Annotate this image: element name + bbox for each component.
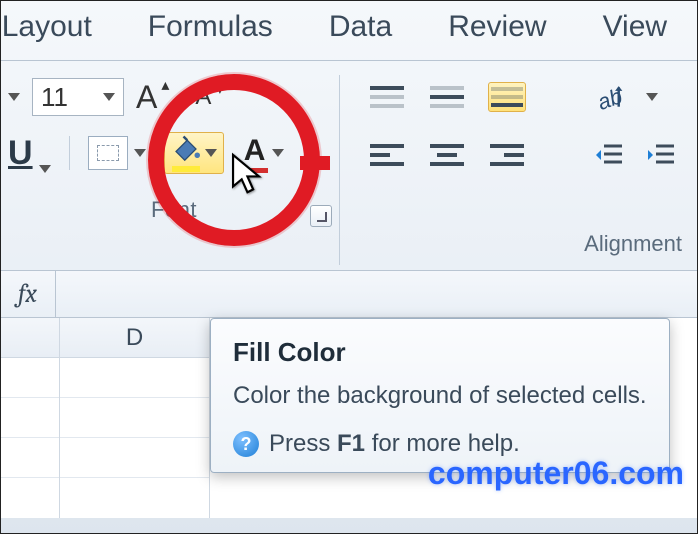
column-c: [0, 318, 60, 518]
column-header-d[interactable]: D: [60, 318, 209, 358]
shrink-font-button[interactable]: A▾: [195, 83, 211, 111]
align-bottom-button[interactable]: [488, 82, 526, 112]
fill-color-button[interactable]: [164, 132, 224, 174]
ribbon: 11 A▴ A▾ U: [0, 61, 698, 223]
tooltip-fill-color: Fill Color Color the background of selec…: [210, 318, 670, 473]
alignment-group-label: Alignment: [584, 231, 682, 257]
separator: [55, 271, 56, 317]
column-header[interactable]: [0, 318, 59, 358]
font-size-input[interactable]: 11: [32, 78, 124, 116]
grow-font-button[interactable]: A▴: [136, 79, 157, 116]
increase-indent-button[interactable]: [646, 142, 676, 168]
separator: [69, 136, 70, 170]
alignment-group: ab Alignment: [340, 75, 698, 223]
font-group: 11 A▴ A▾ U: [0, 75, 340, 223]
help-icon: ?: [233, 431, 259, 457]
fx-icon[interactable]: fx: [0, 279, 55, 309]
tab-view[interactable]: View: [603, 10, 667, 44]
align-right-button[interactable]: [488, 140, 526, 170]
annotation-tick: [300, 156, 330, 170]
cell[interactable]: [0, 438, 59, 478]
font-color-button[interactable]: A: [242, 134, 284, 173]
fill-color-swatch: [172, 166, 200, 172]
tab-review[interactable]: Review: [448, 10, 546, 44]
chevron-down-icon[interactable]: [134, 149, 146, 157]
align-middle-button[interactable]: [428, 82, 466, 112]
align-center-button[interactable]: [428, 140, 466, 170]
borders-icon: [88, 136, 128, 170]
orientation-button[interactable]: ab: [594, 80, 624, 114]
tab-formulas[interactable]: Formulas: [148, 10, 273, 44]
font-size-value: 11: [41, 82, 68, 113]
cell[interactable]: [0, 358, 59, 398]
font-color-swatch: [242, 168, 268, 173]
tab-page-layout[interactable]: ge Layout: [0, 10, 92, 44]
cell[interactable]: [60, 438, 209, 478]
chevron-down-icon[interactable]: [272, 149, 284, 157]
borders-button[interactable]: [88, 136, 146, 170]
tab-data[interactable]: Data: [329, 10, 392, 44]
font-dialog-launcher[interactable]: [310, 205, 332, 227]
underline-button[interactable]: U: [8, 134, 51, 173]
cell[interactable]: [60, 398, 209, 438]
chevron-down-icon[interactable]: [205, 149, 217, 157]
align-left-button[interactable]: [368, 140, 406, 170]
font-group-label: Font: [8, 197, 340, 223]
ribbon-tabs: ge Layout Formulas Data Review View: [0, 0, 698, 60]
tooltip-body: Color the background of selected cells.: [233, 380, 647, 412]
chevron-down-icon[interactable]: [39, 165, 51, 173]
cell[interactable]: [60, 358, 209, 398]
chevron-down-icon[interactable]: [646, 93, 658, 101]
decrease-indent-button[interactable]: [594, 142, 624, 168]
chevron-down-icon[interactable]: [103, 93, 115, 101]
column-d: D: [60, 318, 210, 518]
font-name-dropdown[interactable]: [8, 88, 20, 106]
formula-bar[interactable]: fx: [0, 270, 698, 318]
tooltip-title: Fill Color: [233, 337, 647, 368]
align-top-button[interactable]: [368, 82, 406, 112]
watermark: computer06.com: [428, 455, 684, 492]
cell[interactable]: [0, 398, 59, 438]
paint-bucket-icon: [171, 134, 201, 164]
